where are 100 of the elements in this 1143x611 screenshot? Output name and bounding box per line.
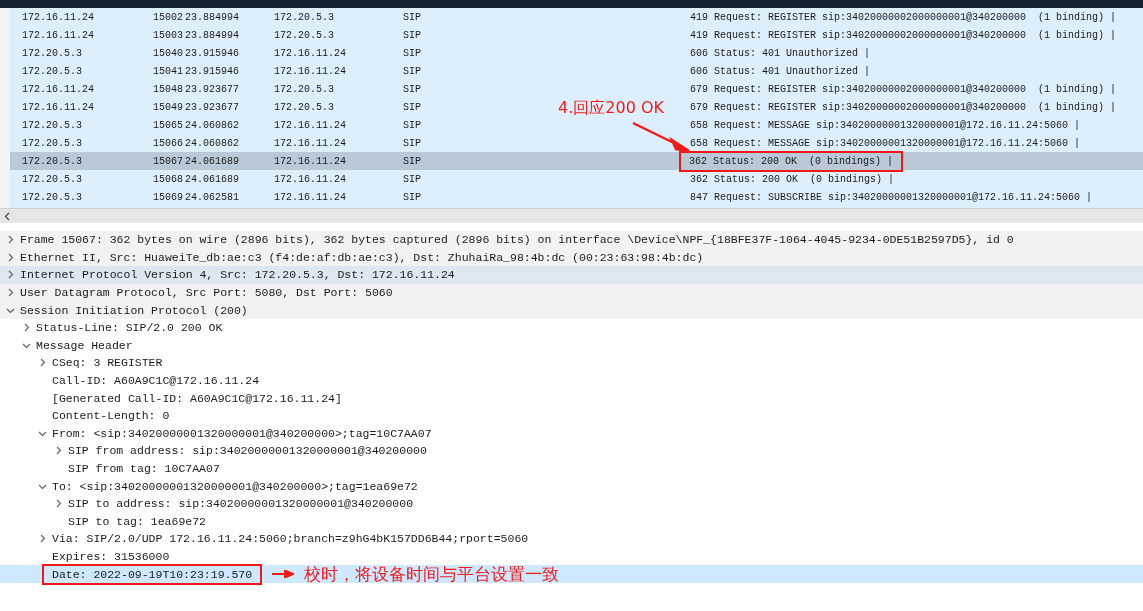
table-cell: 172.16.11.24 — [274, 137, 346, 149]
tree-row[interactable]: SIP to tag: 1ea69e72 — [0, 512, 1143, 531]
table-cell: 172.16.11.24 — [274, 65, 346, 77]
tree-row-text: From: <sip:34020000001320000001@340200000>;tag=10C7AA07 — [52, 426, 432, 440]
tree-row-text: Via: SIP/2.0/UDP 172.16.11.24:5060;branch=z9hG4bK157DD6B44;rport=5060 — [52, 532, 529, 546]
tree-row-text: Ethernet II, Src: HuaweiTe_db:ae:c3 (f4:de:af:db:ae:c3), Dst: ZhuhaiRa_98:4b:dc (00:23:63:98:4b:dc) — [20, 250, 704, 264]
table-cell-text: 15048 — [153, 83, 184, 95]
tree-row[interactable]: Frame 15067: 362 bytes on wire (2896 bits), 362 bytes captured (2896 bits) on interface \Device\NPF_{18BFE37F-1064-4045-9234-0DE51B2597D5}, id 0 — [0, 231, 1143, 249]
table-cell: 172.16.11.24 — [274, 155, 346, 167]
table-cell: 24.061689 — [185, 173, 239, 185]
table-cell: SIP — [403, 47, 421, 59]
table-cell: 847 Request: SUBSCRIBE sip:34020000001320000001@172.16.11.24:5060 | — [690, 191, 1093, 203]
chevron-right-icon[interactable] — [38, 358, 47, 368]
table-cell-text: 15049 — [153, 101, 184, 113]
chevron-right-icon[interactable] — [22, 323, 31, 333]
table-cell: 172.16.11.24 — [274, 191, 346, 203]
table-cell: 23.923677 — [185, 83, 239, 95]
tree-row[interactable]: SIP from address: sip:34020000001320000001@340200000 — [0, 442, 1143, 460]
tree-row-text: Expires: 31536000 — [52, 550, 170, 563]
scroll-left-icon[interactable] — [4, 211, 10, 221]
tree-row[interactable]: Content-Length: 0 — [0, 406, 1143, 425]
table-cell: 362 Status: 200 OK (0 bindings) | — [681, 152, 902, 170]
table-cell: 172.16.11.24 — [22, 29, 94, 41]
table-cell: 23.915946 — [185, 47, 239, 59]
table-cell-text: 15065 — [153, 119, 184, 131]
table-cell: 172.20.5.3 — [22, 137, 82, 149]
table-cell-text: 15069 — [153, 191, 184, 203]
chevron-right-icon[interactable] — [54, 446, 63, 456]
tree-row[interactable]: CSeq: 3 REGISTER — [0, 354, 1143, 372]
table-cell: 679 Request: REGISTER sip:34020000002000000001@340200000 (1 binding) | — [690, 101, 1117, 113]
table-cell: 172.20.5.3 — [22, 65, 82, 77]
tree-row-text: Status-Line: SIP/2.0 200 OK — [36, 321, 223, 335]
table-cell: SIP — [403, 191, 421, 203]
callout-arrow — [632, 121, 690, 153]
table-cell: 172.20.5.3 — [22, 47, 82, 59]
horizontal-scrollbar[interactable] — [0, 208, 1143, 223]
tree-row-text: Session Initiation Protocol (200) — [20, 303, 248, 317]
tree-row[interactable]: Status-Line: SIP/2.0 200 OK — [0, 318, 1143, 337]
table-cell: SIP — [403, 65, 421, 77]
tree-row-text: Date: 2022-09-19T10:23:19.570 — [44, 565, 261, 583]
table-cell: 24.060862 — [185, 137, 239, 149]
table-cell: 23.884994 — [185, 29, 239, 41]
table-cell: 172.20.5.3 — [274, 83, 334, 95]
tree-row-text: Call-ID: A60A9C1C@172.16.11.24 — [52, 374, 260, 388]
tree-row[interactable]: SIP from tag: 10C7AA07 — [0, 459, 1143, 478]
table-cell: SIP — [403, 29, 421, 41]
tree-row[interactable]: From: <sip:34020000001320000001@340200000>;tag=10C7AA07 — [0, 424, 1143, 443]
table-cell: SIP — [403, 155, 421, 167]
table-cell: 24.060862 — [185, 119, 239, 131]
tree-row[interactable]: Message Header — [0, 336, 1143, 355]
tree-row-text: Content-Length: 0 — [52, 409, 170, 423]
chevron-right-icon[interactable] — [38, 534, 47, 544]
tree-row-text: SIP from tag: 10C7AA07 — [68, 462, 220, 475]
tree-row-text: SIP to address: sip:34020000001320000001@340200000 — [68, 497, 414, 511]
table-cell: SIP — [403, 83, 421, 95]
selected-packet-row[interactable]: 172.20.5.3 15067 24.061689 172.16.11.24 SIP 362 Status: 200 OK (0 bindings) | — [10, 152, 1143, 170]
table-cell: SIP — [403, 119, 421, 131]
table-cell: 658 Request: MESSAGE sip:34020000001320000001@172.16.11.24:5060 | — [690, 137, 1081, 149]
tree-row-text: Frame 15067: 362 bytes on wire (2896 bits), 362 bytes captured (2896 bits) on interface \Device\NPF_{18BFE37F-1064-4045-9234-0DE51B2597D5}, id 0 — [20, 233, 1014, 247]
tree-row[interactable]: To: <sip:34020000001320000001@340200000>;tag=1ea69e72 — [0, 477, 1143, 495]
table-cell: SIP — [403, 137, 421, 149]
tree-row[interactable]: Date: 2022-09-19T10:23:19.570 校时，将设备时间与平台设置一致 — [0, 565, 1143, 583]
table-cell-text: 15041 — [153, 65, 184, 77]
tree-row-text: CSeq: 3 REGISTER — [52, 356, 163, 370]
table-cell-text: 15066 — [153, 137, 184, 149]
tree-row-text: User Datagram Protocol, Src Port: 5080, Dst Port: 5060 — [20, 286, 393, 300]
tree-row[interactable]: [Generated Call-ID: A60A9C1C@172.16.11.24] — [0, 389, 1143, 407]
table-cell: 419 Request: REGISTER sip:34020000002000000001@340200000 (1 binding) | — [690, 29, 1117, 41]
table-cell: 362 Status: 200 OK (0 bindings) | — [690, 173, 895, 185]
tree-row[interactable]: Call-ID: A60A9C1C@172.16.11.24 — [0, 371, 1143, 390]
table-cell: 606 Status: 401 Unauthorized | — [690, 65, 871, 77]
table-cell: 24.062581 — [185, 191, 239, 203]
table-cell: 172.20.5.3 — [22, 191, 82, 203]
table-cell: 172.20.5.3 — [274, 101, 334, 113]
tree-row[interactable]: SIP to address: sip:34020000001320000001@340200000 — [0, 494, 1143, 513]
table-cell: SIP — [403, 173, 421, 185]
table-cell: SIP — [403, 11, 421, 23]
table-cell: 172.16.11.24 — [274, 173, 346, 185]
tree-row[interactable]: Internet Protocol Version 4, Src: 172.20.5.3, Dst: 172.16.11.24 — [0, 266, 1143, 284]
table-cell-text: 15067 — [153, 155, 184, 167]
table-cell: 606 Status: 401 Unauthorized | — [690, 47, 871, 59]
table-cell: 172.16.11.24 — [274, 47, 346, 59]
table-cell-text: 15068 — [153, 173, 184, 185]
tree-row-text: SIP to tag: 1ea69e72 — [68, 514, 207, 528]
table-cell-text: 15040 — [153, 47, 184, 59]
tree-row[interactable]: Session Initiation Protocol (200) — [0, 301, 1143, 319]
table-cell-text: 15003 — [153, 29, 184, 41]
table-cell: 172.16.11.24 — [22, 101, 94, 113]
table-cell: SIP — [403, 101, 421, 113]
tree-row[interactable]: Via: SIP/2.0/UDP 172.16.11.24:5060;branch=z9hG4bK157DD6B44;rport=5060 — [0, 530, 1143, 548]
table-cell-text: 15002 — [153, 11, 184, 23]
tree-row-text: SIP from address: sip:34020000001320000001@340200000 — [68, 444, 427, 458]
annotation-text: 4.回应200 OK — [558, 98, 664, 119]
table-cell: 658 Request: MESSAGE sip:34020000001320000001@172.16.11.24:5060 | — [690, 119, 1081, 131]
tree-row-text: To: <sip:34020000001320000001@340200000>;tag=1ea69e72 — [52, 479, 418, 493]
table-cell: 419 Request: REGISTER sip:34020000002000000001@340200000 (1 binding) | — [690, 11, 1117, 23]
table-cell: 172.20.5.3 — [274, 29, 334, 41]
chevron-right-icon[interactable] — [54, 499, 63, 509]
table-cell: 172.16.11.24 — [22, 11, 94, 23]
table-cell: 23.923677 — [185, 101, 239, 113]
